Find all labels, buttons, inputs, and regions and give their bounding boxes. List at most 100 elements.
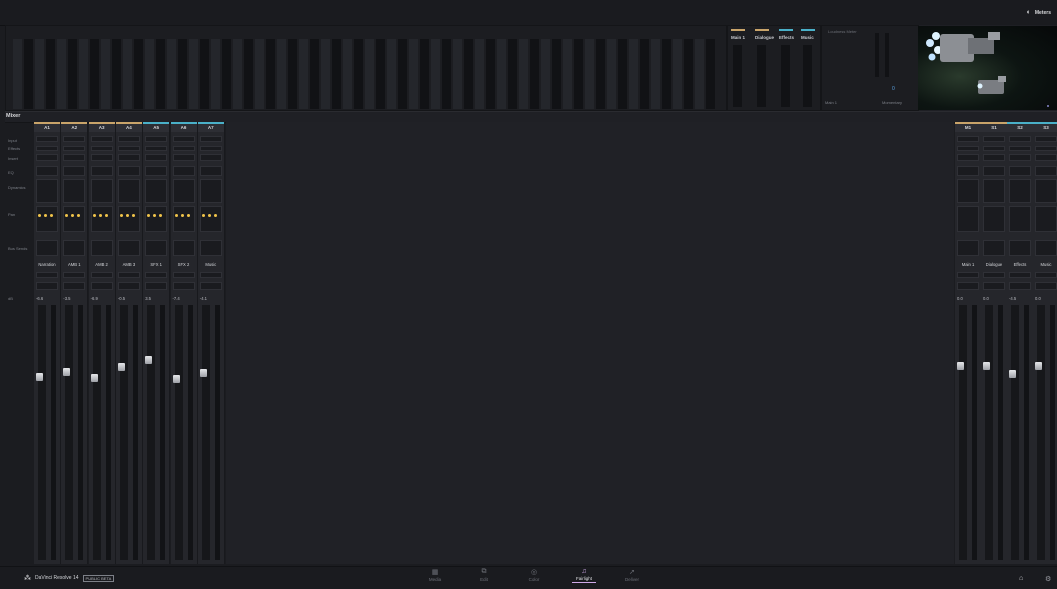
input-select[interactable] (172, 136, 195, 142)
insert-button[interactable] (36, 154, 58, 161)
automation-button[interactable] (117, 282, 140, 290)
automation-button[interactable] (957, 282, 979, 290)
bus-sends[interactable] (1009, 240, 1031, 256)
input-select[interactable] (90, 136, 113, 142)
eq-thumbnail[interactable] (63, 166, 86, 176)
mute-solo-buttons[interactable] (90, 272, 113, 278)
fader-track[interactable] (1011, 305, 1019, 560)
fader-track[interactable] (147, 305, 156, 560)
effects-slot[interactable] (90, 146, 113, 151)
loudness-mode-select[interactable]: Momentary (882, 100, 902, 105)
insert-button[interactable] (199, 154, 222, 161)
dynamics-thumbnail[interactable] (36, 179, 58, 203)
insert-button[interactable] (1009, 154, 1031, 161)
eq-thumbnail[interactable] (957, 166, 979, 176)
eq-thumbnail[interactable] (1009, 166, 1031, 176)
track-name[interactable]: SFX 1 (143, 262, 169, 267)
input-select[interactable] (36, 136, 58, 142)
fader-track[interactable] (38, 305, 46, 560)
eq-thumbnail[interactable] (172, 166, 195, 176)
dynamics-thumbnail[interactable] (983, 179, 1005, 203)
bus-sends[interactable] (63, 240, 86, 256)
fader-knob[interactable] (1009, 369, 1016, 378)
eq-thumbnail[interactable] (199, 166, 222, 176)
fader-track[interactable] (119, 305, 128, 560)
automation-button[interactable] (983, 282, 1005, 290)
mute-solo-buttons[interactable] (117, 272, 140, 278)
effects-slot[interactable] (36, 146, 58, 151)
bus-sends[interactable] (983, 240, 1005, 256)
pan-control[interactable] (172, 206, 195, 232)
dynamics-thumbnail[interactable] (63, 179, 86, 203)
fader-knob[interactable] (63, 368, 71, 377)
fader-track[interactable] (201, 305, 210, 560)
page-tab-deliver[interactable]: ➚ Deliver (612, 568, 652, 582)
pan-control[interactable] (36, 206, 58, 232)
automation-button[interactable] (90, 282, 113, 290)
fader-track[interactable] (92, 305, 101, 560)
home-icon[interactable]: ⌂ (1019, 575, 1023, 582)
automation-button[interactable] (145, 282, 168, 290)
fader-knob[interactable] (172, 374, 180, 383)
pan-control[interactable] (1035, 206, 1057, 232)
fader-knob[interactable] (117, 363, 125, 371)
insert-button[interactable] (145, 154, 168, 161)
fader-knob[interactable] (199, 369, 207, 378)
mute-solo-buttons[interactable] (983, 272, 1005, 278)
track-name[interactable]: Narration (34, 262, 60, 267)
fader-knob[interactable] (36, 373, 43, 382)
fader-track[interactable] (65, 305, 74, 560)
fader-knob[interactable] (957, 362, 964, 371)
track-name[interactable]: AMB 1 (61, 262, 87, 267)
mute-solo-buttons[interactable] (172, 272, 195, 278)
pan-control[interactable] (983, 206, 1005, 232)
fader-track[interactable] (174, 305, 183, 560)
dynamics-thumbnail[interactable] (957, 179, 979, 203)
effects-slot[interactable] (63, 146, 86, 151)
fader-knob[interactable] (983, 362, 990, 371)
fader-knob[interactable] (1035, 362, 1042, 371)
pan-control[interactable] (957, 206, 979, 232)
input-select[interactable] (117, 136, 140, 142)
track-name[interactable]: SFX 2 (171, 262, 197, 267)
automation-button[interactable] (1035, 282, 1057, 290)
eq-thumbnail[interactable] (90, 166, 113, 176)
dynamics-thumbnail[interactable] (199, 179, 222, 203)
insert-button[interactable] (1035, 154, 1057, 161)
meters-toggle[interactable]: ◐ Meters (1027, 9, 1051, 16)
pan-control[interactable] (199, 206, 222, 232)
bus-sends[interactable] (172, 240, 195, 256)
bus-sends[interactable] (36, 240, 58, 256)
fader-track[interactable] (959, 305, 967, 560)
pan-control[interactable] (1009, 206, 1031, 232)
fader-track[interactable] (1037, 305, 1045, 560)
dynamics-thumbnail[interactable] (145, 179, 168, 203)
mute-solo-buttons[interactable] (1009, 272, 1031, 278)
track-name[interactable]: Effects (1007, 262, 1033, 267)
mute-solo-buttons[interactable] (63, 272, 86, 278)
track-name[interactable]: Main 1 (955, 262, 981, 267)
page-tab-edit[interactable]: ⧉ Edit (464, 568, 504, 582)
effects-slot[interactable] (1035, 146, 1057, 151)
automation-button[interactable] (63, 282, 86, 290)
input-select[interactable] (983, 136, 1005, 142)
page-tab-color[interactable]: ◎ Color (514, 568, 554, 582)
dynamics-thumbnail[interactable] (172, 179, 195, 203)
fader-knob[interactable] (145, 356, 153, 365)
eq-thumbnail[interactable] (117, 166, 140, 176)
effects-slot[interactable] (983, 146, 1005, 151)
pan-control[interactable] (90, 206, 113, 232)
track-name[interactable]: Dialogue (981, 262, 1007, 267)
input-select[interactable] (199, 136, 222, 142)
dynamics-thumbnail[interactable] (1009, 179, 1031, 203)
pan-control[interactable] (145, 206, 168, 232)
dynamics-thumbnail[interactable] (117, 179, 140, 203)
settings-gear-icon[interactable]: ⚙ (1045, 575, 1051, 583)
track-name[interactable]: Music (198, 262, 224, 267)
loudness-bus-select[interactable]: Main 1 (825, 100, 837, 105)
input-select[interactable] (63, 136, 86, 142)
page-tab-fairlight[interactable]: ♫ Fairlight (564, 568, 604, 583)
eq-thumbnail[interactable] (145, 166, 168, 176)
effects-slot[interactable] (145, 146, 168, 151)
automation-button[interactable] (172, 282, 195, 290)
